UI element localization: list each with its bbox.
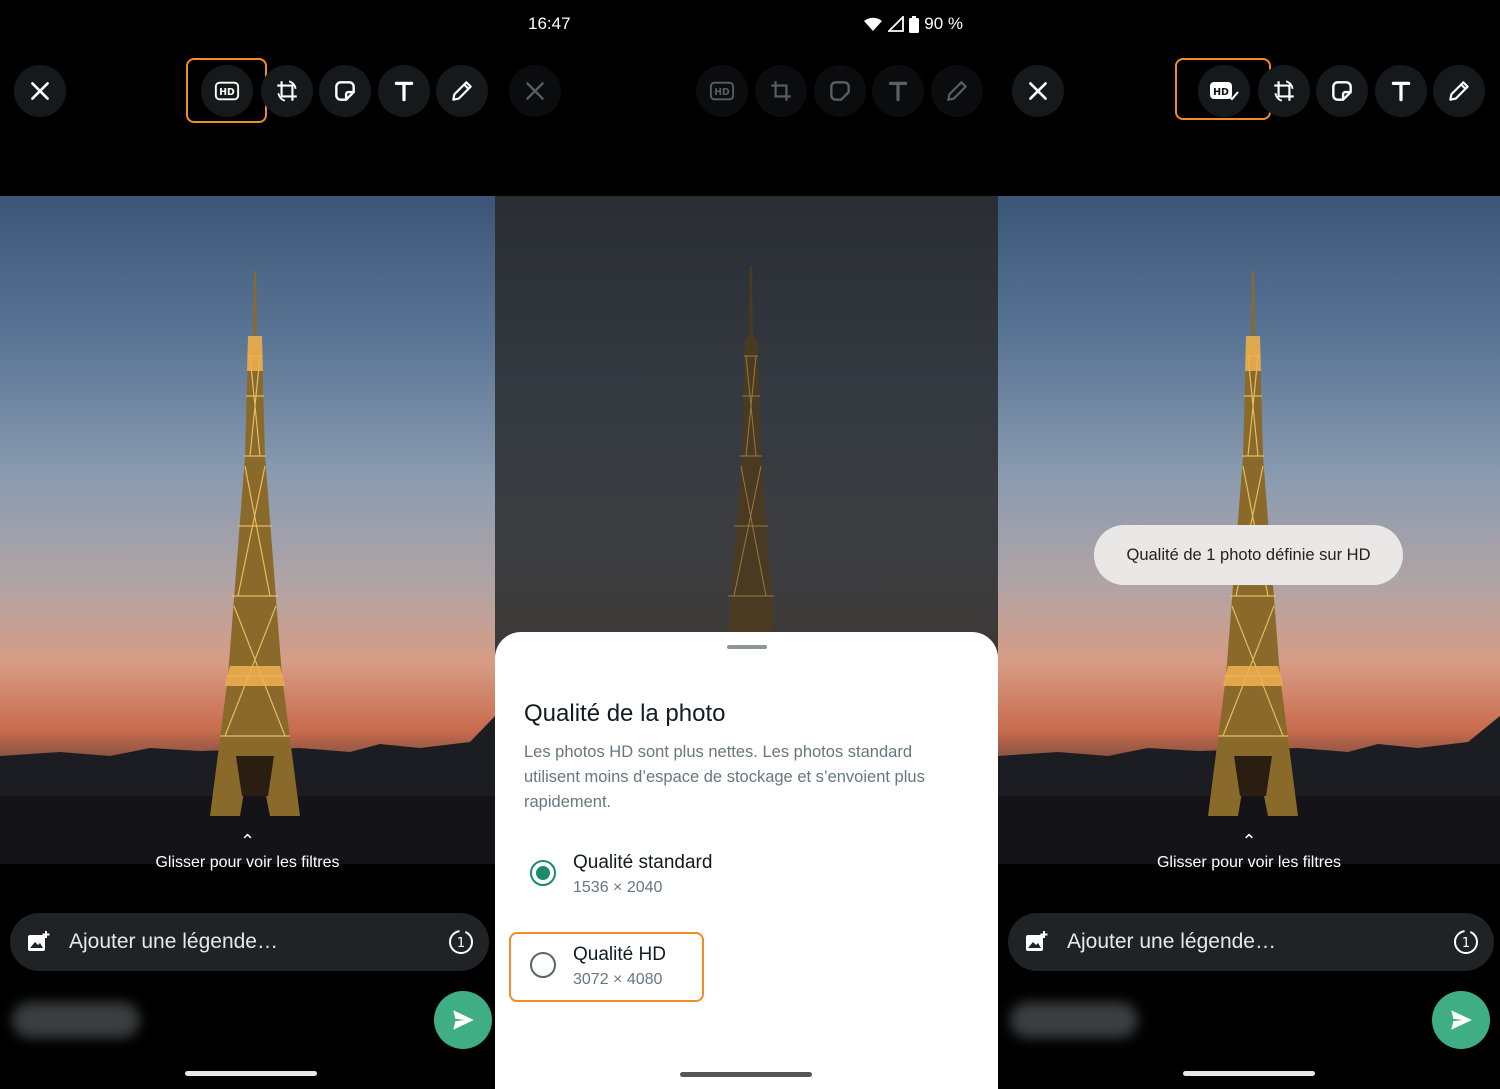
chevron-up-icon: ⌃	[239, 831, 256, 851]
status-bar: 16:47 90 %	[495, 0, 998, 50]
radio-standard-selected[interactable]	[530, 860, 556, 886]
sticker-icon	[1332, 81, 1352, 101]
draw-button[interactable]	[1433, 65, 1485, 117]
editor-panel-hd-set: HD Qualité de 1 photo définie sur HD ⌃ G…	[998, 0, 1500, 1089]
close-button[interactable]	[14, 65, 66, 117]
draw-button[interactable]	[436, 65, 488, 117]
status-time: 16:47	[528, 14, 571, 33]
svg-text:1: 1	[1462, 936, 1470, 951]
filters-hint-text: Glisser pour voir les filtres	[155, 854, 340, 871]
send-button[interactable]	[1432, 991, 1490, 1049]
crop-rotate-icon	[1274, 80, 1294, 102]
option-standard-size: 1536 × 2040	[573, 879, 663, 896]
option-standard-label: Qualité standard	[573, 852, 713, 873]
status-icons: 90 %	[863, 14, 963, 34]
sticker-icon	[335, 81, 355, 101]
radio-hd[interactable]	[530, 952, 556, 978]
text-icon	[1391, 81, 1411, 102]
send-icon	[453, 1010, 474, 1030]
editor-toolbar: HD	[0, 58, 495, 123]
editor-toolbar: HD	[998, 58, 1500, 120]
add-image-icon	[28, 931, 50, 951]
editor-panel-initial: HD ⌃ Glisser pour voir les filtres Ajout…	[0, 0, 495, 1089]
hd-icon: HD	[709, 81, 735, 101]
crop-rotate-button[interactable]	[1258, 65, 1310, 117]
send-icon	[1451, 1010, 1472, 1030]
hd-quality-button[interactable]: HD	[201, 65, 253, 117]
home-indicator[interactable]	[185, 1071, 317, 1076]
pencil-icon	[452, 81, 472, 101]
photo-preview	[0, 196, 495, 864]
sticker-button[interactable]	[319, 65, 371, 117]
svg-text:1: 1	[457, 936, 465, 951]
home-indicator[interactable]	[1183, 1071, 1315, 1076]
signal-icon	[888, 16, 905, 32]
sticker-icon	[830, 81, 850, 101]
crop-rotate-icon	[771, 81, 791, 101]
view-once-icon[interactable]: 1	[1452, 928, 1480, 956]
option-hd-size: 3072 × 4080	[573, 971, 663, 988]
add-image-icon	[1026, 931, 1048, 951]
pencil-icon	[946, 80, 968, 102]
svg-text:HD: HD	[1213, 87, 1229, 98]
filters-hint[interactable]: ⌃ Glisser pour voir les filtres	[0, 832, 495, 872]
view-once-icon[interactable]: 1	[447, 928, 475, 956]
hd-icon: HD	[214, 81, 240, 101]
battery-level: 90 %	[924, 14, 963, 33]
crop-rotate-icon	[277, 80, 297, 102]
recipient-chip-blurred	[1010, 1002, 1138, 1038]
hd-quality-button[interactable]: HD	[696, 65, 748, 117]
option-hd-label: Qualité HD	[573, 944, 666, 965]
caption-placeholder: Ajouter une légende…	[1067, 930, 1276, 953]
recipient-chip-blurred	[12, 1002, 140, 1038]
hd-set-toast: Qualité de 1 photo définie sur HD	[1094, 525, 1403, 585]
svg-text:HD: HD	[219, 87, 235, 98]
caption-input[interactable]: Ajouter une légende… 1	[1008, 913, 1494, 971]
caption-placeholder: Ajouter une légende…	[69, 930, 278, 953]
text-button[interactable]	[1375, 65, 1427, 117]
text-button[interactable]	[872, 65, 924, 117]
pencil-icon	[1449, 81, 1469, 101]
sheet-description: Les photos HD sont plus nettes. Les phot…	[524, 743, 925, 811]
quality-sheet-panel: 16:47 90 % HD Qualité de la photo Les ph…	[495, 0, 998, 1089]
sticker-button[interactable]	[814, 65, 866, 117]
draw-button[interactable]	[931, 65, 983, 117]
eiffel-tower-image	[0, 271, 495, 864]
home-indicator[interactable]	[680, 1072, 812, 1077]
caption-input[interactable]: Ajouter une légende… 1	[10, 913, 489, 971]
close-icon	[1029, 82, 1047, 100]
text-button[interactable]	[378, 65, 430, 117]
crop-rotate-button[interactable]	[755, 65, 807, 117]
editor-toolbar-dimmed: HD	[495, 62, 998, 120]
svg-text:HD: HD	[714, 87, 730, 98]
text-icon	[394, 81, 414, 102]
filters-hint[interactable]: ⌃ Glisser pour voir les filtres	[998, 832, 1500, 872]
close-icon	[31, 82, 49, 100]
sticker-button[interactable]	[1316, 65, 1368, 117]
close-icon	[526, 82, 544, 100]
filters-hint-text: Glisser pour voir les filtres	[1156, 854, 1342, 871]
text-icon	[888, 81, 908, 102]
close-button[interactable]	[1012, 65, 1064, 117]
send-button[interactable]	[434, 991, 492, 1049]
wifi-icon	[864, 17, 883, 31]
sheet-drag-handle[interactable]	[727, 645, 767, 649]
crop-rotate-button[interactable]	[261, 65, 313, 117]
battery-icon	[909, 15, 920, 33]
hd-quality-button-active[interactable]: HD	[1198, 65, 1250, 117]
close-button[interactable]	[509, 65, 561, 117]
chevron-up-icon: ⌃	[1241, 831, 1257, 851]
hd-check-icon: HD	[1210, 82, 1239, 101]
sheet-title: Qualité de la photo	[524, 700, 726, 727]
photo-quality-sheet: Qualité de la photo Les photos HD sont p…	[495, 632, 998, 1089]
